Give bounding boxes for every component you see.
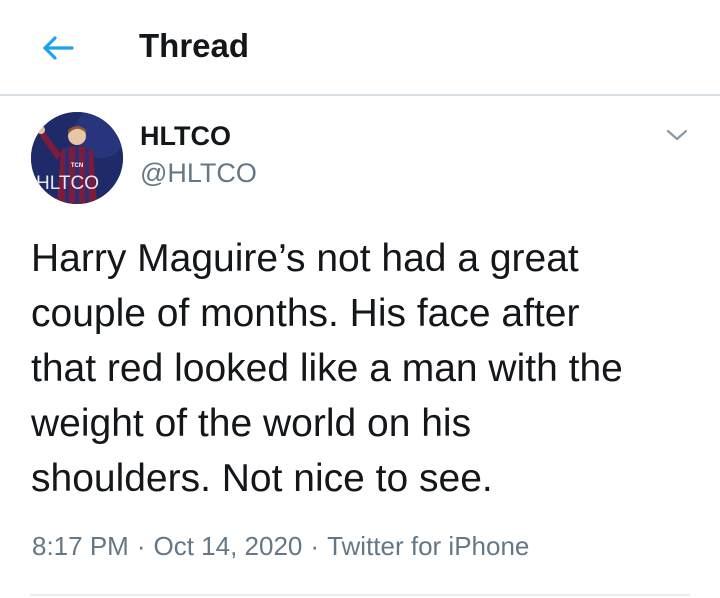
user-handle[interactable]: @HLTCO (140, 156, 257, 190)
chevron-down-icon (666, 129, 688, 141)
tweet-time[interactable]: 8:17 PM (32, 529, 129, 563)
avatar-image: TCN HLTCO (31, 112, 123, 204)
page-title: Thread (139, 27, 250, 64)
meta-separator: · (136, 531, 146, 561)
avatar[interactable]: TCN HLTCO (31, 112, 123, 204)
avatar-logo-text: HLTCO (36, 173, 99, 194)
tweet-metadata: 8:17 PM · Oct 14, 2020 · Twitter for iPh… (32, 529, 529, 563)
tweet-source[interactable]: Twitter for iPhone (327, 529, 529, 563)
display-name[interactable]: HLTCO (140, 119, 231, 153)
tweet-options-button[interactable] (662, 120, 692, 150)
tweet-text: Harry Maguire’s not had a great couple o… (31, 237, 623, 500)
back-button[interactable] (34, 24, 82, 72)
meta-separator: · (310, 531, 320, 561)
svg-text:TCN: TCN (71, 163, 83, 169)
arrow-left-icon (43, 36, 74, 60)
header-bar: Thread (0, 0, 720, 96)
thread-screen: Thread TCN HLTCO HLTCO @HLTCO Harry Magu… (0, 0, 720, 598)
tweet-date[interactable]: Oct 14, 2020 (154, 529, 303, 563)
divider (30, 594, 690, 596)
